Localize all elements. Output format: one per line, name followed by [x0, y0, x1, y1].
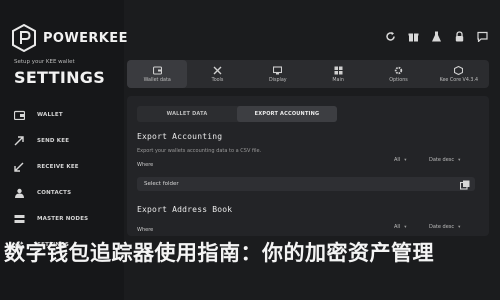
where-label: Where — [137, 162, 154, 168]
page-title: SETTINGS — [14, 68, 106, 87]
sidebar-item-label: RECEIVE KEE — [37, 164, 79, 170]
refresh-icon[interactable] — [385, 31, 396, 42]
filter-value: All — [394, 224, 401, 230]
tab-wallet-data[interactable]: WALLET DATA — [137, 106, 237, 122]
wallet-data-icon — [152, 65, 162, 75]
chevron-down-icon: ▾ — [458, 157, 461, 163]
wallet-icon — [14, 110, 25, 121]
toolbar-label: Tools — [211, 77, 224, 83]
sidebar-item-contacts[interactable]: CONTACTS — [14, 181, 118, 205]
filter-dropdown[interactable]: All ▾ — [394, 224, 406, 230]
tab-export-accounting[interactable]: EXPORT ACCOUNTING — [237, 106, 337, 122]
toolbar-core-version[interactable]: Kee Core V4.3.4 — [429, 60, 489, 88]
core-icon — [454, 65, 464, 75]
toolbar-label: Options — [389, 77, 408, 83]
sidebar-item-wallet[interactable]: WALLET — [14, 103, 118, 127]
toolbar-label: Kee Core V4.3.4 — [439, 77, 479, 83]
chevron-down-icon: ▾ — [404, 157, 407, 163]
sort-dropdown[interactable]: Date desc ▾ — [429, 224, 460, 230]
receive-icon — [14, 162, 25, 173]
send-icon — [14, 136, 25, 147]
sidebar-item-master-nodes[interactable]: MASTER NODES — [14, 207, 118, 231]
flask-icon[interactable] — [431, 31, 442, 42]
toolbar-wallet-data[interactable]: Wallet data — [127, 60, 188, 88]
caption-overlay: 数字钱包追踪器使用指南：你的加密资产管理 — [4, 240, 434, 265]
settings-toolbar: Wallet data Tools Display Main Options K… — [127, 60, 489, 88]
folder-input[interactable]: Select folder — [137, 177, 475, 191]
sort-value: Date desc — [429, 224, 455, 230]
brand-name: POWERKEE — [43, 30, 128, 46]
content-panel: WALLET DATA EXPORT ACCOUNTING Export Acc… — [127, 96, 489, 236]
toolbar-tools[interactable]: Tools — [187, 60, 247, 88]
setup-subtitle: Setup your KEE wallet — [14, 59, 75, 65]
section-description: Export your wallets accounting data to a… — [137, 148, 262, 154]
chevron-down-icon: ▾ — [458, 224, 461, 230]
chevron-down-icon: ▾ — [404, 224, 407, 230]
options-icon — [394, 66, 403, 75]
sidebar-item-label: WALLET — [37, 112, 63, 118]
filter-dropdown[interactable]: All ▾ — [394, 157, 406, 163]
toolbar-display[interactable]: Display — [248, 60, 308, 88]
tab-bar: WALLET DATA EXPORT ACCOUNTING — [137, 106, 337, 122]
gift-icon[interactable] — [408, 31, 419, 42]
sidebar-item-label: MASTER NODES — [37, 216, 89, 222]
top-icon-bar — [373, 31, 488, 42]
sidebar-nav: WALLET SEND KEE RECEIVE KEE CONTACTS MAS… — [14, 103, 118, 259]
shield-p-logo — [12, 23, 36, 53]
where-label: Where — [137, 227, 154, 233]
contacts-icon — [14, 188, 25, 199]
sort-dropdown[interactable]: Date desc ▾ — [429, 157, 460, 163]
nodes-icon — [14, 214, 25, 225]
main-icon — [334, 66, 343, 75]
toolbar-label: Display — [268, 77, 287, 83]
toolbar-main[interactable]: Main — [308, 60, 368, 88]
sort-value: Date desc — [429, 157, 455, 163]
sidebar-item-label: SEND KEE — [37, 138, 70, 144]
section-title: Export Address Book — [137, 205, 233, 214]
lock-icon[interactable] — [454, 31, 465, 42]
folder-input-placeholder: Select folder — [144, 181, 179, 187]
toolbar-label: Main — [332, 77, 344, 83]
section-title: Export Accounting — [137, 132, 223, 141]
toolbar-options[interactable]: Options — [368, 60, 428, 88]
chat-icon[interactable] — [477, 31, 488, 42]
sidebar-item-send[interactable]: SEND KEE — [14, 129, 118, 153]
copy-icon[interactable] — [459, 179, 470, 190]
sidebar-item-receive[interactable]: RECEIVE KEE — [14, 155, 118, 179]
toolbar-label: Wallet data — [143, 77, 171, 83]
sidebar-item-label: CONTACTS — [37, 190, 72, 196]
tools-icon — [213, 66, 222, 75]
brand: POWERKEE — [12, 23, 128, 53]
filter-value: All — [394, 157, 401, 163]
display-icon — [273, 65, 283, 75]
